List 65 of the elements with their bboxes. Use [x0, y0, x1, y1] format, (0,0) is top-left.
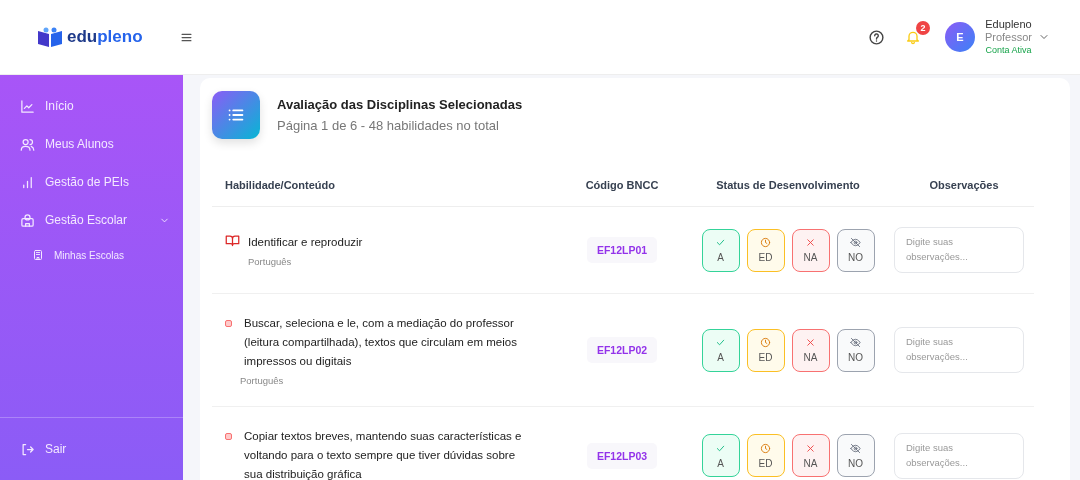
bncc-code: EF12LP03 — [586, 442, 658, 469]
school-icon — [20, 212, 35, 228]
sidebar-item[interactable]: Gestão Escolar — [20, 201, 170, 239]
bullet-icon — [225, 320, 232, 327]
status-option[interactable]: ED — [746, 434, 785, 477]
status-option[interactable]: A — [701, 328, 740, 372]
bncc-code: EF12LP01 — [586, 237, 658, 263]
brand-wordmark: edupleno — [67, 27, 143, 47]
eye-off-icon — [850, 237, 861, 248]
observations-field[interactable]: Digite suas observações... — [894, 432, 1024, 479]
column-header: Status de Desenvolvimento — [716, 179, 860, 191]
user-name: Edupleno — [985, 17, 1032, 32]
subject-label: Português — [240, 375, 284, 386]
sidebar-subitem[interactable]: Minhas Escolas — [20, 239, 183, 271]
column-header: Observações — [929, 179, 999, 191]
clock-icon — [760, 442, 771, 454]
status-option[interactable]: NO — [836, 434, 875, 477]
check-icon — [715, 237, 726, 248]
skill-text: Buscar, seleciona e le, com a mediação do professor (leitura compartilhada), textos que circulam em meios impressos ou digitais — [244, 316, 518, 369]
bar-chart-icon — [20, 174, 35, 190]
clock-icon — [760, 237, 771, 248]
bncc-code: EF12LP02 — [586, 337, 658, 363]
help-icon — [867, 28, 885, 46]
status-option[interactable]: ED — [746, 328, 785, 372]
observations-field[interactable]: Digite suas observações... — [894, 327, 1024, 373]
card-subtitle: Página 1 de 6 - 48 habilidades no total — [277, 118, 500, 133]
sidebar-item[interactable]: Gestão de PEIs — [20, 163, 170, 201]
column-header: Habilidade/Conteúdo — [225, 179, 335, 191]
observations-field[interactable]: Digite suas observações... — [894, 227, 1024, 273]
user-avatar: E — [944, 22, 975, 52]
logout-icon — [20, 441, 35, 457]
close-icon — [805, 442, 816, 454]
status-option[interactable]: A — [701, 434, 740, 477]
bullet-icon — [225, 433, 232, 440]
close-icon — [805, 337, 816, 348]
eye-off-icon — [850, 337, 861, 348]
status-option[interactable]: A — [701, 228, 740, 272]
bell-icon — [904, 29, 921, 45]
status-option[interactable]: NA — [791, 228, 830, 272]
status-option[interactable]: ED — [746, 228, 785, 272]
status-option[interactable]: NA — [791, 328, 830, 372]
skill-text: Identificar e reproduzir — [248, 235, 364, 250]
column-header: Código BNCC — [585, 179, 659, 191]
card-title: Avaliação das Disciplinas Selecionadas — [277, 97, 523, 112]
status-option[interactable]: NO — [836, 228, 875, 272]
notifications-button[interactable]: 2 — [904, 21, 930, 45]
clock-icon — [760, 337, 771, 348]
logo-icon — [37, 27, 63, 47]
book-icon — [225, 233, 240, 248]
skill-text: Copiar textos breves, mantendo suas características e voltando para o texto sempre que tiver dúvidas sobre sua distribuição gráfica — [244, 429, 523, 480]
check-icon — [715, 337, 726, 348]
eye-off-icon — [850, 442, 861, 454]
close-icon — [805, 237, 816, 248]
notification-count: 2 — [915, 21, 930, 35]
help-button[interactable] — [867, 28, 885, 46]
chart-icon — [20, 98, 35, 114]
status-option[interactable]: NO — [836, 328, 875, 372]
account-status: Conta Ativa — [985, 45, 1032, 57]
users-icon — [20, 136, 35, 152]
logout-button[interactable]: Sair — [20, 430, 170, 468]
subject-label: Português — [248, 256, 292, 267]
sidebar-item[interactable]: Meus Alunos — [20, 125, 170, 163]
building-icon — [32, 249, 44, 261]
status-option[interactable]: NA — [791, 434, 830, 477]
user-role: Professor — [984, 31, 1032, 46]
